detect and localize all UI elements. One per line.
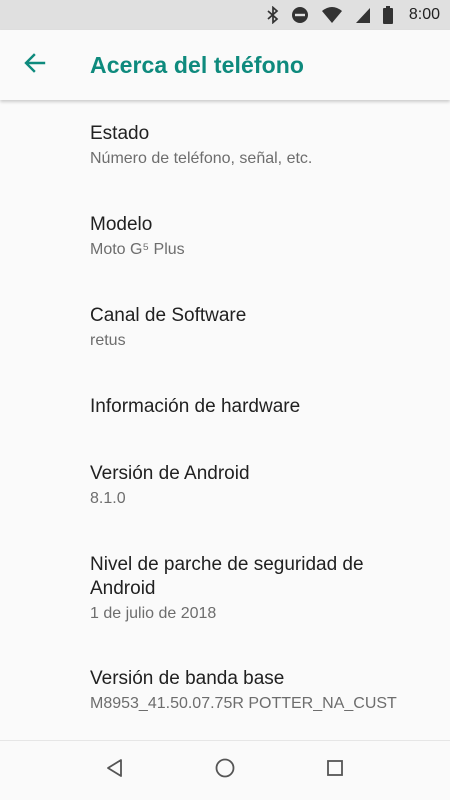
page-title: Acerca del teléfono [90,51,305,78]
wifi-icon [321,6,343,24]
list-item-canal-software[interactable]: Canal de Software retus [90,304,440,352]
status-bar: 8:00 [0,0,450,30]
list-item-subtitle: 1 de julio de 2018 [90,605,217,622]
back-triangle-icon [105,758,125,783]
app-bar: Acerca del teléfono [0,30,450,100]
list-item-subtitle: M8953_41.50.07.75R POTTER_NA_CUST [90,695,397,712]
list-item-estado[interactable]: Estado Número de teléfono, señal, etc. [90,122,440,170]
list-item-title: Nivel de parche de seguridad de Android [90,554,364,599]
nav-home-button[interactable] [195,746,255,796]
home-circle-icon [214,757,236,784]
bluetooth-icon [267,6,279,24]
list-item-title: Estado [90,123,150,144]
settings-list: Estado Número de teléfono, señal, etc. M… [0,100,450,740]
list-item-subtitle: Moto G⁵ Plus [90,241,185,258]
list-item-title: Canal de Software [90,305,247,326]
list-item-hardware[interactable]: Información de hardware [90,395,440,419]
list-item-subtitle: Número de teléfono, señal, etc. [90,150,313,167]
nav-back-button[interactable] [85,746,145,796]
back-button[interactable] [0,30,70,100]
battery-icon [382,6,393,24]
nav-recents-button[interactable] [305,746,365,796]
arrow-left-icon [24,52,46,79]
list-item-title: Modelo [90,214,153,235]
list-item-title: Versión de Android [90,463,250,484]
list-item-subtitle: 8.1.0 [90,490,126,507]
list-item-modelo[interactable]: Modelo Moto G⁵ Plus [90,213,440,261]
recents-square-icon [325,758,345,783]
list-item-subtitle: retus [90,332,126,349]
do-not-disturb-icon [291,6,309,24]
list-item-security-patch[interactable]: Nivel de parche de seguridad de Android … [90,553,390,625]
status-time: 8:00 [408,6,440,23]
list-item-title: Información de hardware [90,396,301,417]
list-item-android-version[interactable]: Versión de Android 8.1.0 [90,462,440,510]
navigation-bar [0,740,450,800]
list-item-baseband[interactable]: Versión de banda base M8953_41.50.07.75R… [90,667,440,715]
cell-signal-icon [355,6,371,24]
list-item-title: Versión de banda base [90,668,285,689]
